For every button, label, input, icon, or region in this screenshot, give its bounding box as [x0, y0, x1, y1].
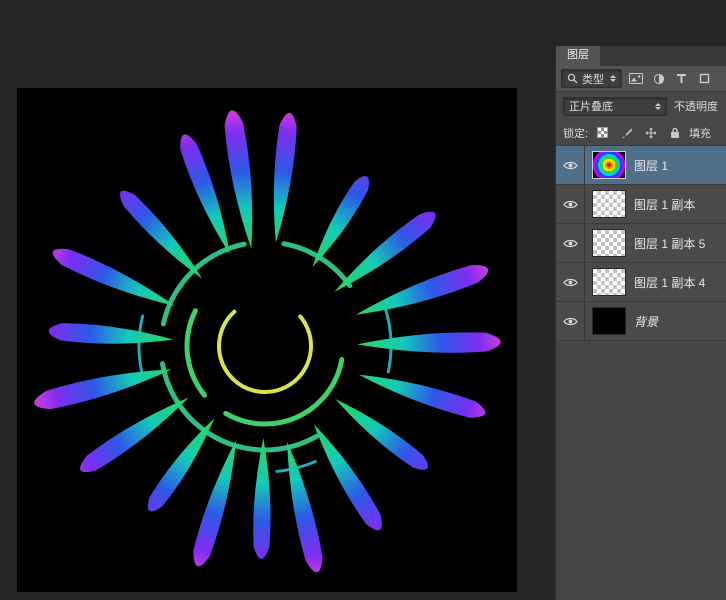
layer-thumbnail[interactable]: [592, 151, 626, 179]
layer-name: 图层 1: [634, 158, 669, 173]
pixel-filter-button[interactable]: [626, 70, 645, 87]
layer-name: 背景: [634, 314, 659, 329]
panel-tab-bar: 图层: [556, 46, 726, 66]
lock-label: 锁定:: [563, 127, 589, 140]
adjustment-filter-button[interactable]: [649, 70, 668, 87]
lock-transparency-button[interactable]: [593, 124, 612, 141]
image-icon: [628, 73, 643, 84]
type-filter-button[interactable]: [672, 70, 691, 87]
layers-panel: 图层 类型 正片叠底 不透明度 锁定: 填充 图层 1 图层 1 副本 图层 1…: [555, 46, 726, 600]
layer-visibility-toggle[interactable]: [556, 146, 585, 184]
brush-icon: [621, 127, 632, 138]
chevron-updown-icon: [655, 102, 661, 110]
layer-row-2[interactable]: 图层 1 副本: [556, 185, 726, 224]
layer-thumbnail[interactable]: [592, 307, 626, 335]
canvas-artwork: [34, 110, 501, 573]
blend-mode-row: 正片叠底 不透明度: [556, 92, 726, 120]
layer-filter-row: 类型: [556, 66, 726, 92]
layer-row-1[interactable]: 图层 1: [556, 146, 726, 185]
lock-position-button[interactable]: [641, 124, 660, 141]
layer-visibility-toggle[interactable]: [556, 224, 585, 262]
layer-list: 图层 1 图层 1 副本 图层 1 副本 5 图层 1 副本 4 背景: [556, 146, 726, 341]
eye-icon: [562, 317, 578, 325]
fill-label: 填充: [689, 127, 712, 140]
tab-layers[interactable]: 图层: [556, 46, 600, 66]
document-canvas[interactable]: [17, 88, 517, 592]
eye-icon: [562, 200, 578, 208]
layer-visibility-toggle[interactable]: [556, 302, 585, 340]
eye-icon: [562, 161, 578, 169]
lock-all-button[interactable]: [665, 124, 684, 141]
lock-pixels-button[interactable]: [617, 124, 636, 141]
layer-name: 图层 1 副本: [634, 197, 696, 212]
half-circle-icon: [653, 73, 664, 84]
lock-row: 锁定: 填充: [556, 120, 726, 146]
transparency-checker-icon: [597, 127, 609, 138]
type-T-icon: [677, 74, 686, 83]
filter-type-select[interactable]: 类型: [561, 69, 622, 88]
filter-type-label: 类型: [582, 73, 604, 86]
search-icon: [567, 73, 578, 84]
layer-row-5[interactable]: 背景: [556, 302, 726, 341]
opacity-label: 不透明度: [674, 101, 718, 113]
layer-thumbnail[interactable]: [592, 190, 626, 218]
layer-row-3[interactable]: 图层 1 副本 5: [556, 224, 726, 263]
square-icon: [699, 73, 710, 84]
eye-icon: [562, 239, 578, 247]
layer-visibility-toggle[interactable]: [556, 263, 585, 301]
layer-row-4[interactable]: 图层 1 副本 4: [556, 263, 726, 302]
chevron-updown-icon: [610, 75, 616, 82]
layer-thumbnail[interactable]: [592, 229, 626, 257]
blend-mode-value: 正片叠底: [569, 101, 613, 113]
blend-mode-select[interactable]: 正片叠底: [563, 96, 667, 116]
shape-filter-button[interactable]: [695, 70, 714, 87]
move-icon: [645, 127, 656, 138]
layer-name: 图层 1 副本 4: [634, 275, 706, 290]
layer-name: 图层 1 副本 5: [634, 236, 706, 251]
layer-thumbnail[interactable]: [592, 268, 626, 296]
eye-icon: [562, 278, 578, 286]
layer-visibility-toggle[interactable]: [556, 185, 585, 223]
lock-icon: [670, 127, 679, 138]
